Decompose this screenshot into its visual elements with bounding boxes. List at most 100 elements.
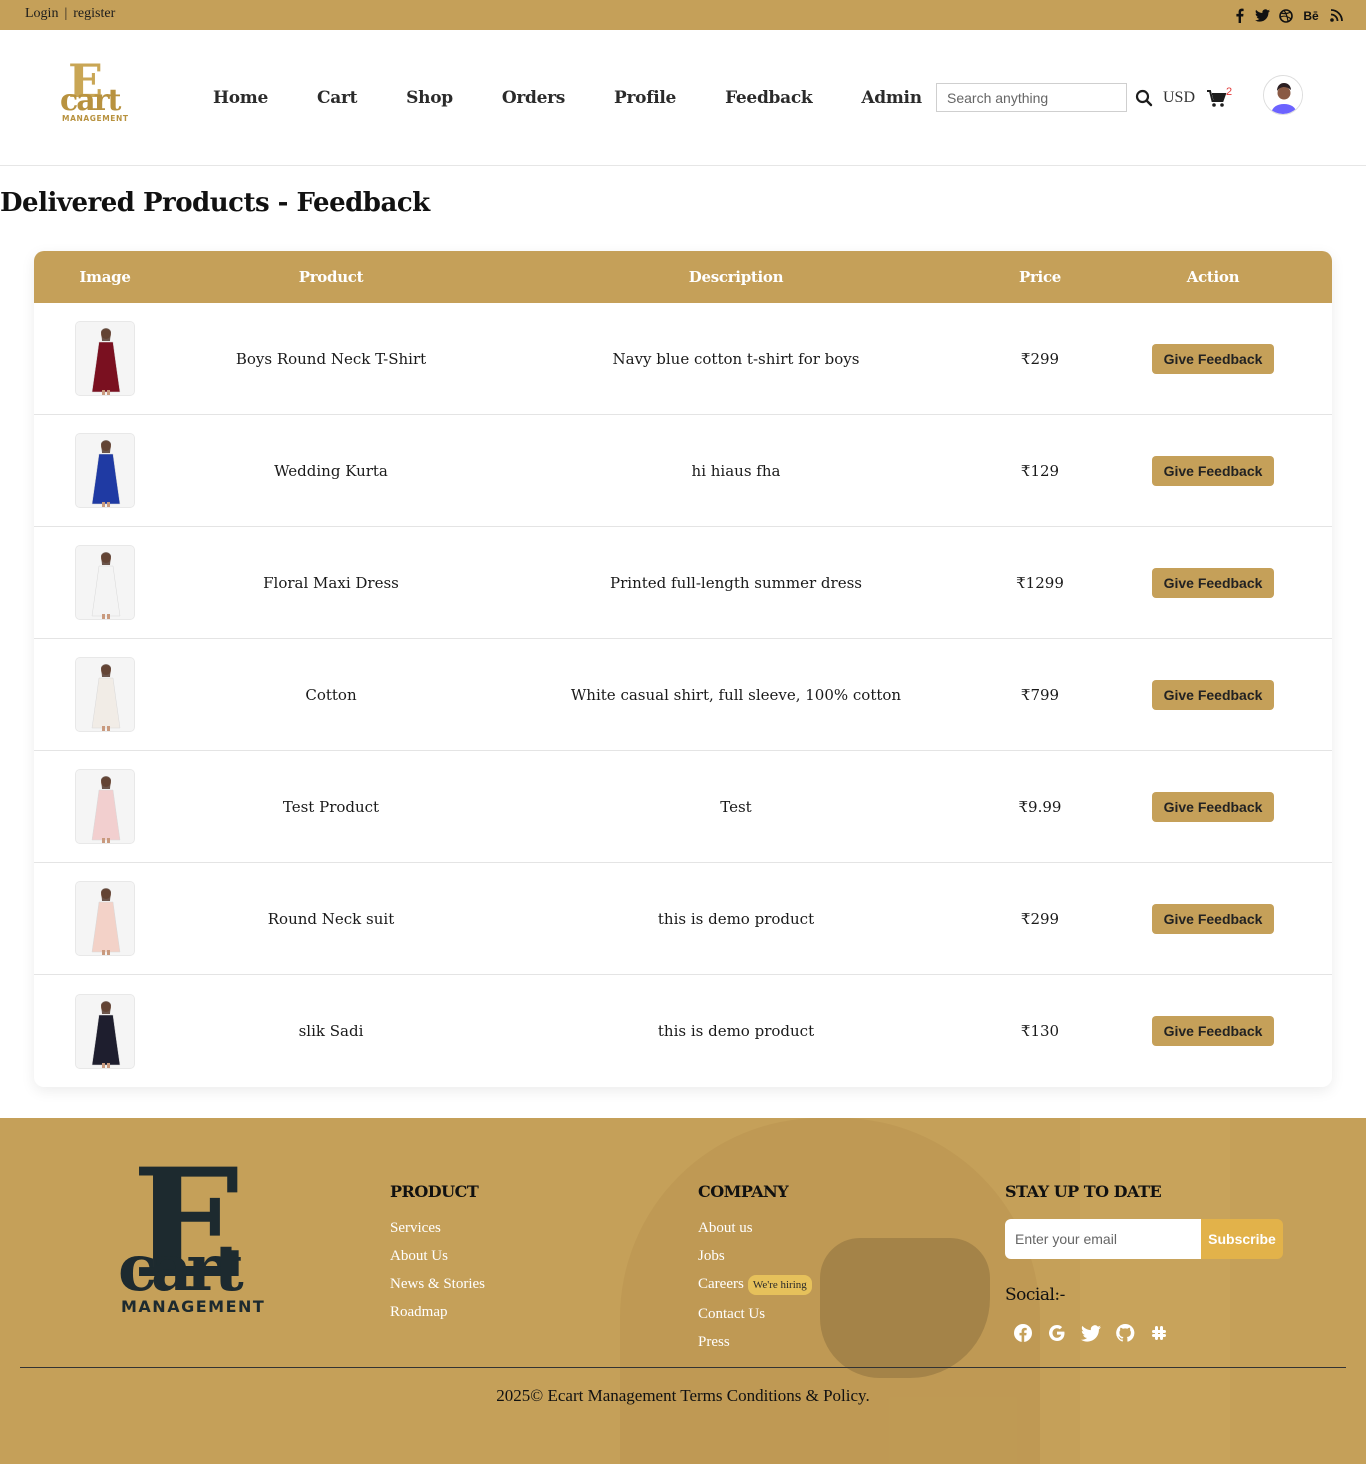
footer-product-column: PRODUCT Services About Us News & Stories… [390, 1182, 485, 1331]
google-icon[interactable] [1047, 1323, 1067, 1343]
feedback-table: Image Product Description Price Action B… [34, 251, 1332, 1087]
action-cell: Give Feedback [1094, 343, 1332, 374]
give-feedback-button[interactable]: Give Feedback [1152, 1016, 1274, 1046]
footer-link-services[interactable]: Services [390, 1219, 485, 1237]
product-price: ₹1299 [1016, 573, 1064, 592]
login-link[interactable]: Login [25, 6, 58, 22]
give-feedback-button[interactable]: Give Feedback [1152, 679, 1274, 710]
footer-link-about-us[interactable]: About Us [390, 1247, 485, 1265]
register-link[interactable]: register [73, 6, 115, 22]
product-image-cell [34, 321, 176, 396]
product-name: Boys Round Neck T-Shirt [235, 349, 427, 368]
product-description: this is demo product [657, 909, 815, 928]
action-cell: Give Feedback [1094, 791, 1332, 822]
give-feedback-button[interactable]: Give Feedback [1152, 343, 1274, 374]
email-field[interactable] [1005, 1219, 1201, 1259]
slack-icon[interactable] [1149, 1323, 1169, 1343]
nav-shop[interactable]: Shop [406, 88, 453, 108]
give-feedback-button[interactable]: Give Feedback [1152, 791, 1274, 822]
product-name: Cotton [305, 685, 357, 704]
currency-selector[interactable]: USD [1163, 89, 1195, 107]
product-name: slik Sadi [298, 1022, 364, 1040]
top-bar: Login | register Bē [0, 0, 1366, 30]
product-image [75, 881, 135, 956]
product-image-cell [34, 433, 176, 508]
avatar[interactable] [1263, 75, 1303, 115]
svg-text:MANAGEMENT: MANAGEMENT [62, 114, 129, 123]
table-header: Image Product Description Price Action [34, 251, 1332, 303]
product-image-cell [34, 769, 176, 844]
auth-separator: | [64, 6, 68, 21]
careers-label: Careers [698, 1276, 744, 1292]
nav-profile[interactable]: Profile [614, 88, 676, 108]
cart-icon[interactable] [1207, 90, 1227, 108]
site-footer: E cart MANAGEMENT PRODUCT Services About… [0, 1118, 1366, 1464]
action-cell: Give Feedback [1094, 903, 1332, 934]
product-image-cell [34, 881, 176, 956]
product-description: Test [720, 797, 752, 816]
table-row: Floral Maxi Dress Printed full-length sum… [34, 527, 1332, 639]
product-description: hi hiaus fha [691, 461, 781, 480]
nav-admin[interactable]: Admin [861, 88, 922, 108]
search-input[interactable] [936, 83, 1127, 112]
product-description: White casual shirt, full sleeve, 100% co… [570, 685, 902, 704]
table-row: Test Product Test ₹9.99 Give Feedback [34, 751, 1332, 863]
github-icon[interactable] [1115, 1323, 1135, 1343]
footer-product-title: PRODUCT [390, 1182, 479, 1201]
cart-count-badge: 2 [1226, 86, 1233, 98]
product-description: Printed full-length summer dress [610, 573, 862, 592]
give-feedback-button[interactable]: Give Feedback [1152, 455, 1274, 486]
page-title: Delivered Products - Feedback [0, 188, 430, 218]
search-icon[interactable] [1135, 89, 1153, 107]
auth-links: Login | register [25, 6, 115, 22]
table-row: Wedding Kurta hi hiaus fha ₹129 Give Feedba… [34, 415, 1332, 527]
facebook-icon[interactable] [1013, 1323, 1033, 1343]
svg-text:MANAGEMENT: MANAGEMENT [121, 1297, 265, 1316]
footer-link-press[interactable]: Press [698, 1333, 812, 1351]
product-price: ₹9.99 [1018, 797, 1062, 816]
action-cell: Give Feedback [1094, 1016, 1332, 1046]
social-label: Social:- [1005, 1285, 1065, 1305]
footer-company-column: COMPANY About us Jobs Careers We're hirin… [698, 1182, 812, 1361]
give-feedback-button[interactable]: Give Feedback [1152, 903, 1274, 934]
product-image [75, 993, 135, 1069]
subscribe-button[interactable]: Subscribe [1201, 1219, 1283, 1259]
rss-icon[interactable] [1329, 8, 1344, 23]
footer-link-careers[interactable]: Careers We're hiring [698, 1275, 812, 1295]
product-name: Floral Maxi Dress [263, 573, 399, 592]
footer-link-news-stories[interactable]: News & Stories [390, 1275, 485, 1293]
svg-text:cart: cart [118, 1231, 244, 1306]
subscribe-form: Subscribe [1005, 1219, 1283, 1259]
product-name: Test Product [282, 797, 380, 816]
brand-logo[interactable]: E cart MANAGEMENT [60, 54, 130, 123]
footer-divider [20, 1367, 1346, 1368]
footer-link-contact[interactable]: Contact Us [698, 1305, 812, 1323]
product-description: Navy blue cotton t-shirt for boys [612, 349, 860, 368]
twitter-icon[interactable] [1255, 8, 1270, 23]
nav-home[interactable]: Home [213, 88, 268, 108]
footer-link-jobs[interactable]: Jobs [698, 1247, 812, 1265]
twitter-icon[interactable] [1081, 1323, 1101, 1343]
footer-link-roadmap[interactable]: Roadmap [390, 1303, 485, 1321]
product-description: this is demo product [657, 1022, 815, 1040]
nav-cart[interactable]: Cart [317, 88, 357, 108]
footer-social-icons [1013, 1323, 1283, 1343]
product-image [75, 433, 135, 508]
action-cell: Give Feedback [1094, 455, 1332, 486]
nav-orders[interactable]: Orders [502, 88, 566, 108]
product-image-cell [34, 657, 176, 732]
table-row: Boys Round Neck T-Shirt Navy blue cotton … [34, 303, 1332, 415]
main-nav: Home Cart Shop Orders Profile Feedback A… [213, 88, 922, 108]
facebook-icon[interactable] [1232, 8, 1247, 23]
footer-logo[interactable]: E cart MANAGEMENT [118, 1136, 268, 1318]
behance-icon[interactable]: Bē [1301, 8, 1321, 23]
product-image [75, 321, 135, 396]
nav-feedback[interactable]: Feedback [725, 88, 813, 108]
dribbble-icon[interactable] [1278, 8, 1293, 23]
column-header-action: Action [1186, 268, 1240, 286]
footer-link-about[interactable]: About us [698, 1219, 812, 1237]
table-row: Cotton White casual shirt, full sleeve, 1… [34, 639, 1332, 751]
action-cell: Give Feedback [1094, 679, 1332, 710]
give-feedback-button[interactable]: Give Feedback [1152, 567, 1274, 598]
column-header-image: Image [79, 268, 131, 286]
